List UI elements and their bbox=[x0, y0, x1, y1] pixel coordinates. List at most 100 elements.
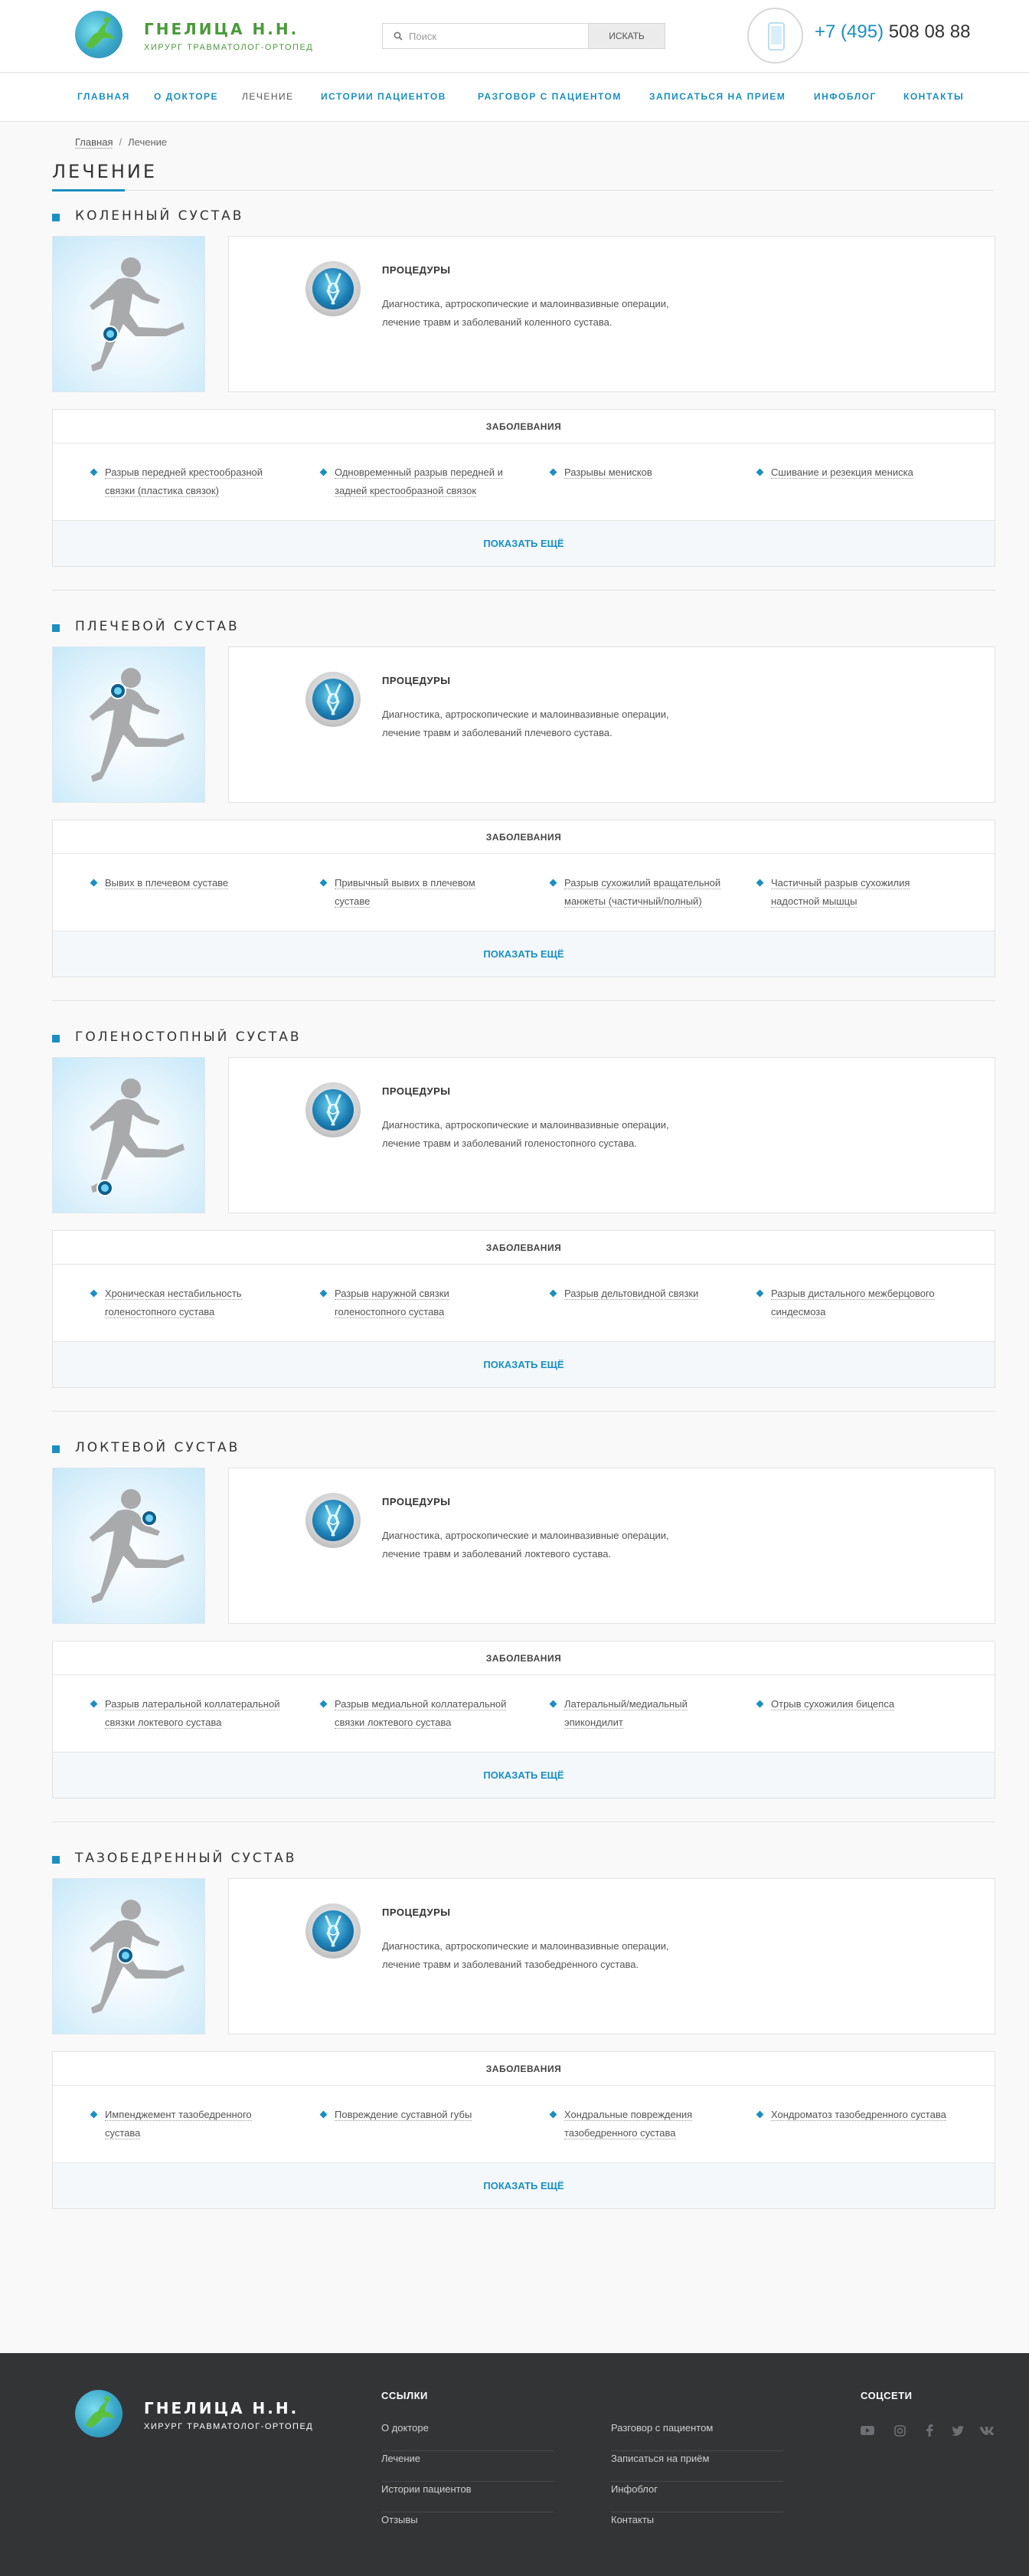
disease-link[interactable]: Разрыв дистального межберцового синдесмо… bbox=[771, 1288, 935, 1318]
joint-figure-image[interactable] bbox=[52, 1468, 205, 1624]
procedures-card[interactable]: ПРОЦЕДУРЫ Диагностика, артроскопические и… bbox=[228, 1468, 995, 1624]
disease-link[interactable]: Разрыв латеральной коллатеральной связки… bbox=[105, 1698, 280, 1729]
disease-item[interactable]: Вывих в плечевом суставе bbox=[90, 874, 281, 892]
disease-item[interactable]: Хондроматоз тазобедренного сустава bbox=[756, 2106, 947, 2124]
nav-item-about[interactable]: О ДОКТОРЕ bbox=[154, 91, 218, 102]
section-title[interactable]: ЛОКТЕВОЙ СУСТАВ bbox=[75, 1440, 240, 1455]
logo[interactable]: ГНЕЛИЦА Н.Н. ХИРУРГ ТРАВМАТОЛОГ-ОРТОПЕД bbox=[75, 11, 312, 58]
footer-link-about[interactable]: О докторе bbox=[381, 2421, 554, 2451]
twitter-icon[interactable] bbox=[949, 2422, 966, 2439]
disease-link[interactable]: Одновременный разрыв передней и задней к… bbox=[335, 466, 503, 497]
disease-link[interactable]: Разрыв передней крестообразной связки (п… bbox=[105, 466, 263, 497]
footer-link-appointment[interactable]: Записаться на приём bbox=[611, 2451, 783, 2482]
disease-item[interactable]: Латеральный/медиальный эпикондилит bbox=[549, 1695, 740, 1732]
joint-figure-image[interactable] bbox=[52, 646, 205, 803]
section-title[interactable]: ПЛЕЧЕВОЙ СУСТАВ bbox=[75, 619, 240, 634]
disease-item[interactable]: Сшивание и резекция мениска bbox=[756, 463, 947, 482]
disease-link[interactable]: Повреждение суставной губы bbox=[335, 2109, 472, 2121]
disease-link[interactable]: Разрыв сухожилий вращательной манжеты (ч… bbox=[564, 877, 721, 908]
show-more-button[interactable]: ПОКАЗАТЬ ЕЩЁ bbox=[53, 520, 995, 566]
disease-item[interactable]: Разрыв дельтовидной связки bbox=[549, 1285, 740, 1303]
page-title: ЛЕЧЕНИЕ bbox=[52, 161, 157, 182]
breadcrumb-home[interactable]: Главная bbox=[75, 136, 113, 149]
procedures-title: ПРОЦЕДУРЫ bbox=[382, 675, 451, 686]
procedures-card[interactable]: ПРОЦЕДУРЫ Диагностика, артроскопические и… bbox=[228, 646, 995, 803]
disease-item[interactable]: Разрыв дистального межберцового синдесмо… bbox=[756, 1285, 947, 1321]
logo-title: ГНЕЛИЦА Н.Н. bbox=[144, 20, 299, 38]
instagram-icon[interactable] bbox=[891, 2422, 908, 2439]
show-more-button[interactable]: ПОКАЗАТЬ ЕЩЁ bbox=[53, 1752, 995, 1798]
nav-item-appointment[interactable]: ЗАПИСАТЬСЯ НА ПРИЕМ bbox=[649, 91, 786, 102]
nav-item-home[interactable]: ГЛАВНАЯ bbox=[77, 91, 130, 102]
disease-link[interactable]: Отрыв сухожилия бицепса bbox=[771, 1698, 895, 1710]
show-more-button[interactable]: ПОКАЗАТЬ ЕЩЁ bbox=[53, 1341, 995, 1387]
nav-item-infoblog[interactable]: ИНФОБЛОГ bbox=[814, 91, 877, 102]
disease-item[interactable]: Разрыв медиальной коллатеральной связки … bbox=[319, 1695, 511, 1732]
disease-link[interactable]: Разрыв наружной связки голеностопного су… bbox=[335, 1288, 449, 1318]
ankle-joint-icon bbox=[305, 1082, 361, 1137]
disease-item[interactable]: Привычный вывих в плечевом суставе bbox=[319, 874, 511, 911]
show-more-button[interactable]: ПОКАЗАТЬ ЕЩЁ bbox=[53, 2162, 995, 2208]
footer-link-reviews[interactable]: Отзывы bbox=[381, 2512, 554, 2543]
disease-link[interactable]: Хондроматоз тазобедренного сустава bbox=[771, 2109, 946, 2121]
show-more-button[interactable]: ПОКАЗАТЬ ЕЩЁ bbox=[53, 931, 995, 977]
search-button[interactable]: ИСКАТЬ bbox=[589, 23, 665, 49]
disease-link[interactable]: Разрывы менисков bbox=[564, 466, 652, 479]
procedures-description: Диагностика, артроскопические и малоинва… bbox=[382, 1940, 669, 1970]
nav-item-contacts[interactable]: КОНТАКТЫ bbox=[903, 91, 964, 102]
disease-item[interactable]: Разрыв латеральной коллатеральной связки… bbox=[90, 1695, 281, 1732]
disease-item[interactable]: Частичный разрыв сухожилия надостной мыш… bbox=[756, 874, 947, 911]
footer-link-treatment[interactable]: Лечение bbox=[381, 2451, 554, 2482]
footer-link-stories[interactable]: Истории пациентов bbox=[381, 2482, 554, 2512]
disease-link[interactable]: Вывих в плечевом суставе bbox=[105, 877, 229, 889]
disease-item[interactable]: Одновременный разрыв передней и задней к… bbox=[319, 463, 511, 500]
footer-link-patient-talk[interactable]: Разговор с пациентом bbox=[611, 2421, 783, 2451]
joint-figure-image[interactable] bbox=[52, 1057, 205, 1213]
section-knee: КОЛЕННЫЙ СУСТАВ ПРОЦЕДУРЫ Диагностика, арт… bbox=[52, 208, 995, 591]
section-title[interactable]: КОЛЕННЫЙ СУСТАВ bbox=[75, 208, 243, 224]
procedures-card[interactable]: ПРОЦЕДУРЫ Диагностика, артроскопические и… bbox=[228, 236, 995, 392]
diseases-title: ЗАБОЛЕВАНИЯ bbox=[53, 410, 995, 444]
nav-item-patient-talk[interactable]: РАЗГОВОР С ПАЦИЕНТОМ bbox=[478, 91, 622, 102]
disease-item[interactable]: Хондральные повреждения тазобедренного с… bbox=[549, 2106, 740, 2142]
disease-link[interactable]: Разрыв медиальной коллатеральной связки … bbox=[335, 1698, 507, 1729]
section-divider bbox=[52, 1411, 995, 1412]
joint-xray-icon bbox=[312, 679, 354, 720]
footer-link-infoblog[interactable]: Инфоблог bbox=[611, 2482, 783, 2512]
disease-link[interactable]: Сшивание и резекция мениска bbox=[771, 466, 913, 479]
disease-item[interactable]: Разрыв наружной связки голеностопного су… bbox=[319, 1285, 511, 1321]
diamond-bullet-icon bbox=[90, 1289, 98, 1298]
nav-item-patient-stories[interactable]: ИСТОРИИ ПАЦИЕНТОВ bbox=[321, 91, 446, 102]
disease-item[interactable]: Разрыв сухожилий вращательной манжеты (ч… bbox=[549, 874, 740, 911]
disease-link[interactable]: Частичный разрыв сухожилия надостной мыш… bbox=[771, 877, 910, 908]
phone-number[interactable]: +7 (495) 508 08 88 bbox=[815, 21, 971, 43]
disease-link[interactable]: Разрыв дельтовидной связки bbox=[564, 1288, 699, 1300]
disease-item[interactable]: Разрывы менисков bbox=[549, 463, 740, 482]
section-title[interactable]: ГОЛЕНОСТОПНЫЙ СУСТАВ bbox=[75, 1029, 302, 1045]
section-title[interactable]: ТАЗОБЕДРЕННЫЙ СУСТАВ bbox=[75, 1851, 296, 1866]
disease-item[interactable]: Отрыв сухожилия бицепса bbox=[756, 1695, 947, 1714]
vk-icon[interactable] bbox=[978, 2422, 995, 2439]
disease-link[interactable]: Хроническая нестабильность голеностопног… bbox=[105, 1288, 242, 1318]
nav-item-treatment[interactable]: ЛЕЧЕНИЕ bbox=[242, 91, 294, 102]
joint-figure-image[interactable] bbox=[52, 1878, 205, 2034]
phone-code: +7 (495) bbox=[815, 21, 884, 42]
disease-link[interactable]: Привычный вывих в плечевом суставе bbox=[335, 877, 475, 908]
footer-logo[interactable]: ГНЕЛИЦА Н.Н. ХИРУРГ ТРАВМАТОЛОГ-ОРТОПЕД bbox=[75, 2390, 312, 2437]
diamond-bullet-icon bbox=[90, 879, 98, 887]
procedures-card[interactable]: ПРОЦЕДУРЫ Диагностика, артроскопические и… bbox=[228, 1878, 995, 2034]
joint-figure-image[interactable] bbox=[52, 236, 205, 392]
youtube-icon[interactable] bbox=[859, 2422, 876, 2439]
disease-item[interactable]: Импенджемент тазобедренного сустава bbox=[90, 2106, 281, 2142]
disease-link[interactable]: Импенджемент тазобедренного сустава bbox=[105, 2109, 252, 2139]
disease-item[interactable]: Хроническая нестабильность голеностопног… bbox=[90, 1285, 281, 1321]
search-input[interactable] bbox=[409, 24, 585, 48]
disease-item[interactable]: Разрыв передней крестообразной связки (п… bbox=[90, 463, 281, 500]
facebook-icon[interactable] bbox=[921, 2422, 938, 2439]
procedures-card[interactable]: ПРОЦЕДУРЫ Диагностика, артроскопические и… bbox=[228, 1057, 995, 1213]
disease-item[interactable]: Повреждение суставной губы bbox=[319, 2106, 511, 2124]
section-shoulder: ПЛЕЧЕВОЙ СУСТАВ ПРОЦЕДУРЫ Диагностика, арт… bbox=[52, 619, 995, 1001]
footer-link-contacts[interactable]: Контакты bbox=[611, 2512, 783, 2543]
disease-link[interactable]: Латеральный/медиальный эпикондилит bbox=[564, 1698, 688, 1729]
disease-link[interactable]: Хондральные повреждения тазобедренного с… bbox=[564, 2109, 693, 2139]
